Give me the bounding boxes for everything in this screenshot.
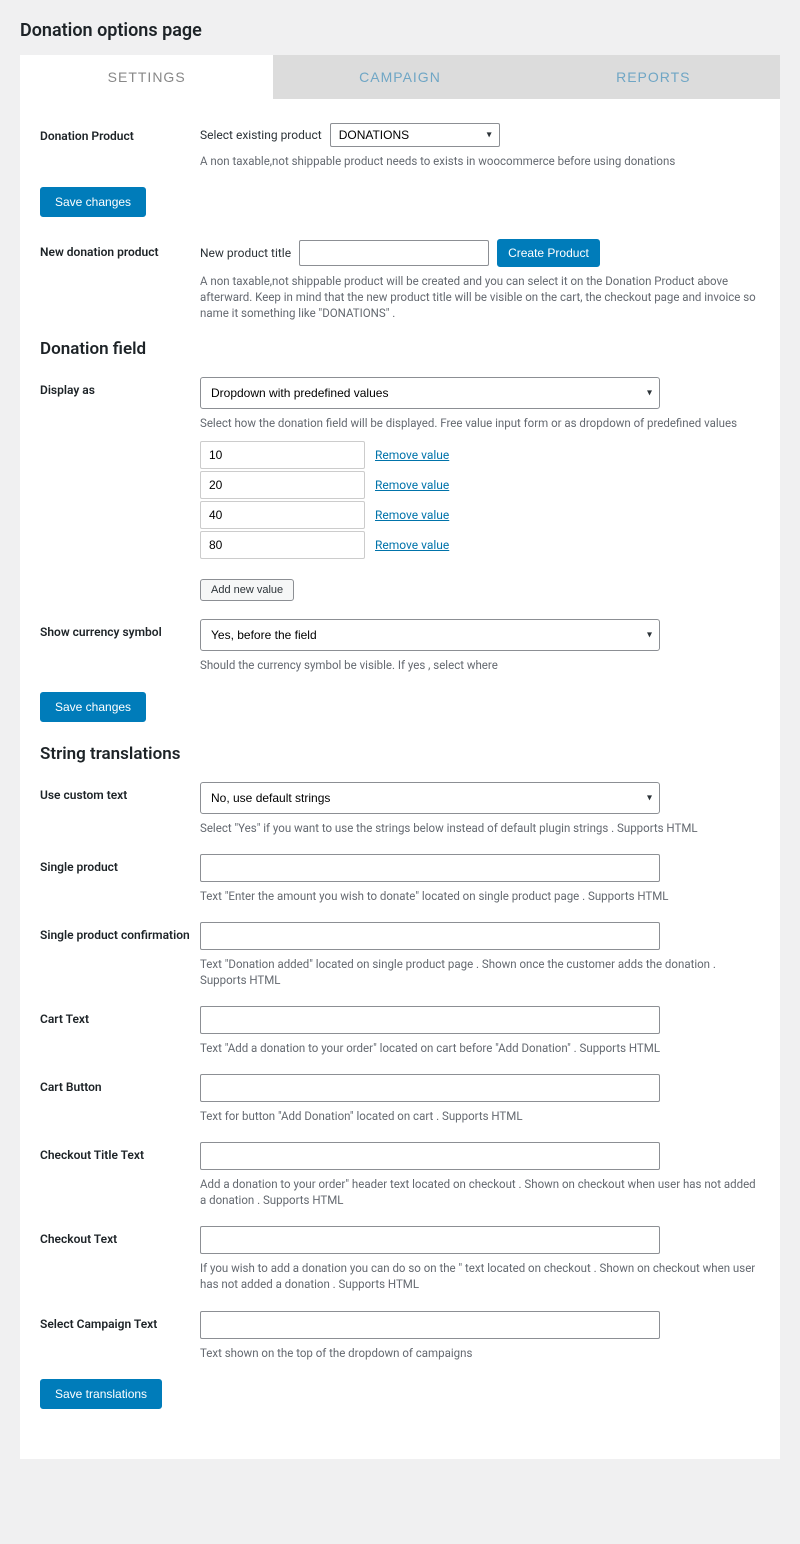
add-new-value-button[interactable]: Add new value — [200, 579, 294, 601]
select-campaign-input[interactable] — [200, 1311, 660, 1339]
checkout-text-label: Checkout Text — [40, 1226, 200, 1246]
single-product-label: Single product — [40, 854, 200, 874]
translations-heading: String translations — [40, 744, 760, 764]
cart-button-label: Cart Button — [40, 1074, 200, 1094]
cart-button-input[interactable] — [200, 1074, 660, 1102]
value-row: Remove value — [200, 471, 760, 499]
new-donation-product-label: New donation product — [40, 239, 200, 259]
save-changes-button-1[interactable]: Save changes — [40, 187, 146, 217]
checkout-text-help: If you wish to add a donation you can do… — [200, 1260, 760, 1292]
single-product-conf-help: Text "Donation added" located on single … — [200, 956, 760, 988]
checkout-title-input[interactable] — [200, 1142, 660, 1170]
single-product-help: Text "Enter the amount you wish to donat… — [200, 888, 760, 904]
single-product-input[interactable] — [200, 854, 660, 882]
custom-text-select[interactable]: No, use default strings — [200, 782, 660, 814]
custom-text-label: Use custom text — [40, 782, 200, 802]
save-translations-button[interactable]: Save translations — [40, 1379, 162, 1409]
new-product-title-label: New product title — [200, 246, 291, 260]
save-changes-button-2[interactable]: Save changes — [40, 692, 146, 722]
page-title: Donation options page — [20, 20, 780, 41]
currency-help: Should the currency symbol be visible. I… — [200, 657, 760, 673]
value-row: Remove value — [200, 531, 760, 559]
new-product-help: A non taxable,not shippable product will… — [200, 273, 760, 321]
value-input-1[interactable] — [200, 471, 365, 499]
custom-text-help: Select "Yes" if you want to use the stri… — [200, 820, 760, 836]
single-product-conf-input[interactable] — [200, 922, 660, 950]
select-campaign-label: Select Campaign Text — [40, 1311, 200, 1331]
cart-text-help: Text "Add a donation to your order" loca… — [200, 1040, 760, 1056]
currency-label: Show currency symbol — [40, 619, 200, 639]
donation-field-heading: Donation field — [40, 339, 760, 359]
remove-value-link-2[interactable]: Remove value — [375, 508, 449, 522]
remove-value-link-3[interactable]: Remove value — [375, 538, 449, 552]
donation-product-help: A non taxable,not shippable product need… — [200, 153, 760, 169]
display-as-label: Display as — [40, 377, 200, 397]
value-input-3[interactable] — [200, 531, 365, 559]
checkout-title-label: Checkout Title Text — [40, 1142, 200, 1162]
remove-value-link-1[interactable]: Remove value — [375, 478, 449, 492]
display-as-help: Select how the donation field will be di… — [200, 415, 760, 431]
cart-text-input[interactable] — [200, 1006, 660, 1034]
display-as-select[interactable]: Dropdown with predefined values — [200, 377, 660, 409]
new-product-title-input[interactable] — [299, 240, 489, 266]
cart-button-help: Text for button "Add Donation" located o… — [200, 1108, 760, 1124]
tabs-nav: SETTINGS CAMPAIGN REPORTS — [20, 55, 780, 99]
select-campaign-help: Text shown on the top of the dropdown of… — [200, 1345, 760, 1361]
value-row: Remove value — [200, 501, 760, 529]
donation-product-label: Donation Product — [40, 123, 200, 143]
checkout-text-input[interactable] — [200, 1226, 660, 1254]
tab-settings[interactable]: SETTINGS — [20, 55, 273, 99]
cart-text-label: Cart Text — [40, 1006, 200, 1026]
tab-campaign[interactable]: CAMPAIGN — [273, 55, 526, 99]
create-product-button[interactable]: Create Product — [497, 239, 600, 267]
select-existing-label: Select existing product — [200, 128, 322, 142]
value-row: Remove value — [200, 441, 760, 469]
donation-product-select[interactable]: DONATIONS — [330, 123, 500, 147]
tab-reports[interactable]: REPORTS — [527, 55, 780, 99]
single-product-conf-label: Single product confirmation — [40, 922, 200, 942]
checkout-title-help: Add a donation to your order" header tex… — [200, 1176, 760, 1208]
value-input-2[interactable] — [200, 501, 365, 529]
remove-value-link-0[interactable]: Remove value — [375, 448, 449, 462]
value-input-0[interactable] — [200, 441, 365, 469]
currency-select[interactable]: Yes, before the field — [200, 619, 660, 651]
